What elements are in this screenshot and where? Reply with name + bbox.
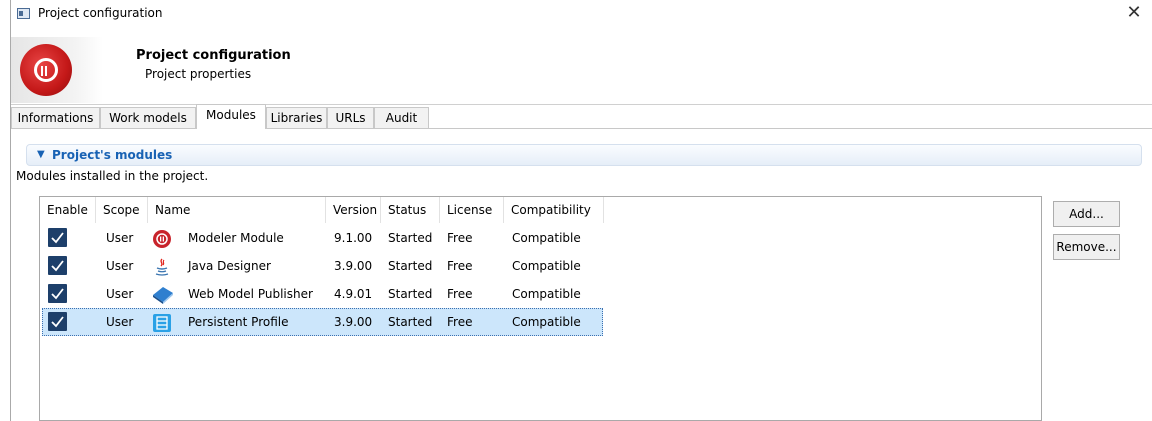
section-description: Modules installed in the project.: [16, 169, 209, 183]
tab-audit[interactable]: Audit: [374, 107, 429, 128]
modules-table[interactable]: Enable Scope Name Version Status License…: [39, 196, 1042, 421]
book-icon: [152, 285, 173, 305]
status-cell: Started: [388, 231, 433, 245]
close-icon[interactable]: ✕: [1123, 2, 1145, 24]
name-cell: Persistent Profile: [188, 315, 289, 329]
add-button[interactable]: Add...: [1053, 201, 1120, 227]
dialog-header: Project configuration Project properties: [11, 27, 1152, 105]
table-row[interactable]: User Modeler Module 9.1.00 Started Free …: [40, 224, 1041, 252]
tab-work-models[interactable]: Work models: [100, 107, 196, 128]
version-cell: 3.9.00: [334, 259, 373, 273]
status-cell: Started: [388, 287, 433, 301]
status-cell: Started: [388, 315, 433, 329]
license-cell: Free: [447, 259, 473, 273]
version-cell: 4.9.01: [334, 287, 373, 301]
table-row-selected[interactable]: User Persistent Profile 3.9.00 Started F…: [40, 308, 1041, 336]
modelio-logo-icon: [20, 44, 72, 96]
column-status[interactable]: Status: [381, 197, 440, 223]
column-version[interactable]: Version: [326, 197, 381, 223]
title-bar: Project configuration ✕: [11, 0, 1152, 27]
tab-informations[interactable]: Informations: [11, 107, 100, 128]
compatibility-cell: Compatible: [512, 231, 581, 245]
tab-modules[interactable]: Modules: [196, 104, 266, 129]
section-title: Project's modules: [52, 148, 173, 162]
column-scope[interactable]: Scope: [96, 197, 148, 223]
enable-checkbox[interactable]: [48, 256, 67, 275]
compatibility-cell: Compatible: [512, 259, 581, 273]
scope-cell: User: [106, 231, 134, 245]
tab-urls[interactable]: URLs: [327, 107, 374, 128]
enable-checkbox[interactable]: [48, 228, 67, 247]
header-subtitle: Project properties: [145, 67, 252, 81]
header-title: Project configuration: [136, 48, 291, 63]
table-row[interactable]: User Java Designer 3.9.00 Started Free C…: [40, 252, 1041, 280]
window-title: Project configuration: [38, 6, 163, 20]
background-window-edge: [0, 0, 10, 421]
scope-cell: User: [106, 315, 134, 329]
table-header: Enable Scope Name Version Status License…: [40, 197, 1041, 223]
modules-section-header[interactable]: ▼ Project's modules: [26, 144, 1142, 166]
version-cell: 3.9.00: [334, 315, 373, 329]
table-row[interactable]: User Web Model Publisher 4.9.01 Started …: [40, 280, 1041, 308]
project-configuration-dialog: Project configuration ✕ Project configur…: [10, 0, 1152, 421]
status-cell: Started: [388, 259, 433, 273]
name-cell: Java Designer: [188, 259, 271, 273]
modeler-icon: [152, 229, 172, 249]
column-enable[interactable]: Enable: [40, 197, 96, 223]
scope-cell: User: [106, 259, 134, 273]
license-cell: Free: [447, 231, 473, 245]
column-name[interactable]: Name: [148, 197, 326, 223]
enable-checkbox[interactable]: [48, 312, 67, 331]
name-cell: Web Model Publisher: [188, 287, 313, 301]
database-icon: [152, 313, 172, 333]
tab-bar: Informations Work models Modules Librari…: [11, 104, 1152, 129]
window-icon: [17, 8, 30, 19]
collapse-triangle-icon: ▼: [37, 149, 45, 160]
java-icon: [152, 257, 172, 277]
enable-checkbox[interactable]: [48, 284, 67, 303]
compatibility-cell: Compatible: [512, 287, 581, 301]
version-cell: 9.1.00: [334, 231, 373, 245]
license-cell: Free: [447, 315, 473, 329]
license-cell: Free: [447, 287, 473, 301]
remove-button[interactable]: Remove...: [1053, 234, 1120, 260]
tab-libraries[interactable]: Libraries: [266, 107, 327, 128]
column-license[interactable]: License: [440, 197, 504, 223]
scope-cell: User: [106, 287, 134, 301]
compatibility-cell: Compatible: [512, 315, 581, 329]
name-cell: Modeler Module: [188, 231, 284, 245]
column-compatibility[interactable]: Compatibility: [504, 197, 604, 223]
